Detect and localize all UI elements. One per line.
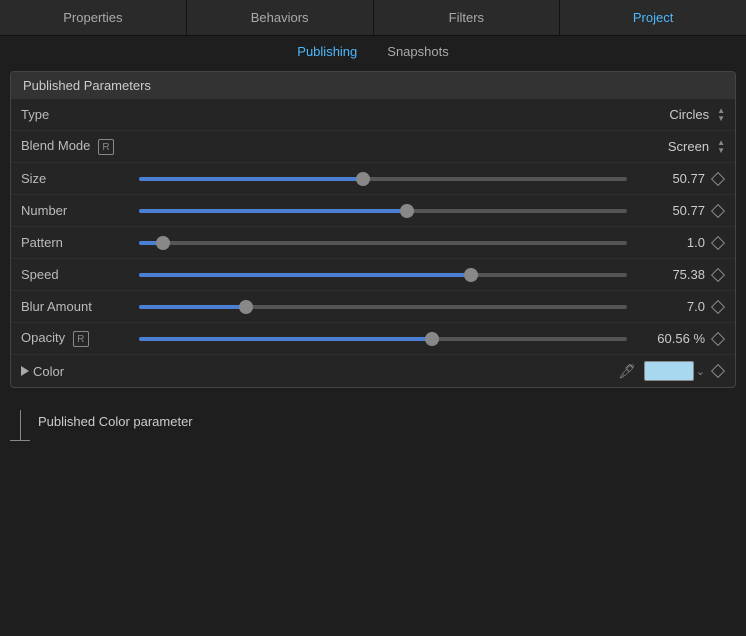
- row-color: Color 🖋 ⌄: [11, 355, 735, 387]
- size-fill: [139, 177, 363, 181]
- number-slider[interactable]: [131, 209, 635, 213]
- label-color: Color: [33, 364, 143, 379]
- row-pattern: Pattern 1.0: [11, 227, 735, 259]
- type-value-container: Circles ▲ ▼: [669, 107, 725, 123]
- speed-slider[interactable]: [131, 273, 635, 277]
- annotation-lines: [10, 410, 30, 441]
- number-thumb[interactable]: [400, 204, 414, 218]
- opacity-track: [139, 337, 627, 341]
- blend-stepper-down: ▼: [717, 147, 725, 155]
- sub-tabs-bar: Publishing Snapshots: [0, 36, 746, 67]
- blend-stepper[interactable]: ▲ ▼: [717, 139, 725, 155]
- blur-fill: [139, 305, 246, 309]
- speed-thumb[interactable]: [464, 268, 478, 282]
- eyedropper-icon[interactable]: 🖋: [618, 363, 636, 380]
- number-track: [139, 209, 627, 213]
- label-blend-mode: Blend Mode R: [21, 138, 131, 156]
- speed-value: 75.38: [635, 267, 705, 282]
- size-thumb[interactable]: [356, 172, 370, 186]
- annotation-text: Published Color parameter: [38, 410, 193, 429]
- label-blur-amount: Blur Amount: [21, 299, 131, 314]
- stepper-down: ▼: [717, 115, 725, 123]
- r-badge-opacity: R: [73, 331, 89, 347]
- pattern-keyframe[interactable]: [711, 236, 725, 250]
- row-blur-amount: Blur Amount 7.0: [11, 291, 735, 323]
- annotation-area: Published Color parameter: [0, 398, 746, 447]
- blur-slider[interactable]: [131, 305, 635, 309]
- opacity-thumb[interactable]: [425, 332, 439, 346]
- color-dropdown-arrow[interactable]: ⌄: [696, 365, 705, 378]
- tab-properties[interactable]: Properties: [0, 0, 187, 35]
- blur-value: 7.0: [635, 299, 705, 314]
- blur-keyframe[interactable]: [711, 300, 725, 314]
- row-opacity: Opacity R 60.56 %: [11, 323, 735, 355]
- row-speed: Speed 75.38: [11, 259, 735, 291]
- size-value: 50.77: [635, 171, 705, 186]
- tab-project[interactable]: Project: [560, 0, 746, 35]
- subtab-publishing[interactable]: Publishing: [297, 44, 357, 59]
- opacity-slider[interactable]: [131, 337, 635, 341]
- opacity-fill: [139, 337, 432, 341]
- r-badge-blend: R: [98, 139, 114, 155]
- color-keyframe[interactable]: [711, 364, 725, 378]
- label-pattern: Pattern: [21, 235, 131, 250]
- blur-thumb[interactable]: [239, 300, 253, 314]
- color-expand-arrow[interactable]: [21, 366, 29, 376]
- speed-track: [139, 273, 627, 277]
- color-swatch[interactable]: [644, 361, 694, 381]
- top-tabs-bar: Properties Behaviors Filters Project: [0, 0, 746, 36]
- label-number: Number: [21, 203, 131, 218]
- blend-value-text: Screen: [668, 139, 709, 154]
- blur-track: [139, 305, 627, 309]
- pattern-value: 1.0: [635, 235, 705, 250]
- number-fill: [139, 209, 407, 213]
- annotation-vertical-line: [20, 410, 21, 440]
- pattern-track: [139, 241, 627, 245]
- type-value-text: Circles: [669, 107, 709, 122]
- blend-value-container: Screen ▲ ▼: [668, 139, 725, 155]
- row-type: Type Circles ▲ ▼: [11, 99, 735, 131]
- row-number: Number 50.77: [11, 195, 735, 227]
- row-size: Size 50.77: [11, 163, 735, 195]
- row-blend-mode: Blend Mode R Screen ▲ ▼: [11, 131, 735, 163]
- pattern-slider[interactable]: [131, 241, 635, 245]
- published-parameters-panel: Published Parameters Type Circles ▲ ▼ Bl…: [10, 71, 736, 388]
- label-opacity: Opacity R: [21, 330, 131, 348]
- label-type: Type: [21, 107, 131, 122]
- opacity-value: 60.56 %: [635, 331, 705, 346]
- size-keyframe[interactable]: [711, 172, 725, 186]
- speed-fill: [139, 273, 471, 277]
- pattern-thumb[interactable]: [156, 236, 170, 250]
- size-track: [139, 177, 627, 181]
- tab-behaviors[interactable]: Behaviors: [187, 0, 374, 35]
- label-speed: Speed: [21, 267, 131, 282]
- annotation-horizontal-line: [10, 440, 30, 441]
- type-stepper[interactable]: ▲ ▼: [717, 107, 725, 123]
- size-slider[interactable]: [131, 177, 635, 181]
- section-header: Published Parameters: [11, 72, 735, 99]
- label-size: Size: [21, 171, 131, 186]
- number-keyframe[interactable]: [711, 204, 725, 218]
- subtab-snapshots[interactable]: Snapshots: [387, 44, 448, 59]
- tab-filters[interactable]: Filters: [374, 0, 561, 35]
- opacity-keyframe[interactable]: [711, 332, 725, 346]
- speed-keyframe[interactable]: [711, 268, 725, 282]
- number-value: 50.77: [635, 203, 705, 218]
